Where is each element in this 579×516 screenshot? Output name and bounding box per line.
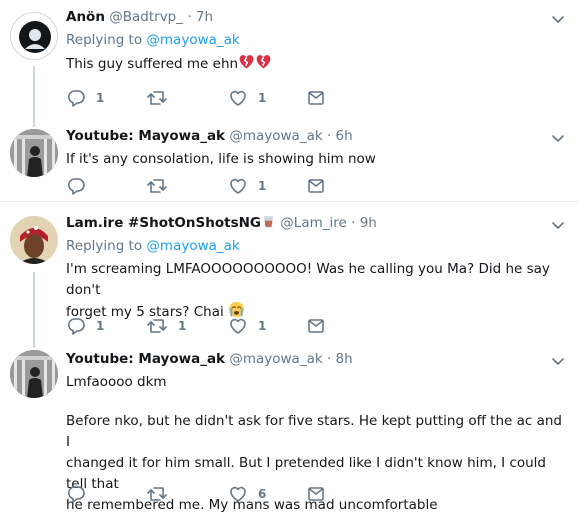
display-name[interactable]: Lam.ire #ShotOnShotsNG xyxy=(66,215,261,231)
display-name[interactable]: Anön xyxy=(66,9,105,25)
broken-heart-icon xyxy=(238,53,255,70)
chevron-down-icon[interactable] xyxy=(551,354,565,368)
chevron-down-icon[interactable] xyxy=(551,12,565,26)
tweet-lamire[interactable]: Lam.ire #ShotOnShotsNG @Lam_ire · 9h Rep… xyxy=(0,202,579,340)
timestamp[interactable]: 7h xyxy=(196,9,213,25)
like-icon xyxy=(228,484,248,504)
replying-to: Replying to @mayowa_ak xyxy=(66,238,240,254)
retweet-icon xyxy=(146,88,168,108)
direct-message-button[interactable] xyxy=(306,88,326,108)
reply-button[interactable] xyxy=(66,176,96,196)
like-icon xyxy=(228,316,248,336)
timestamp[interactable]: 9h xyxy=(360,215,377,231)
user-handle[interactable]: @Badtrvp_ xyxy=(109,9,183,25)
reply-button[interactable] xyxy=(66,484,96,504)
mail-icon xyxy=(306,88,326,108)
user-handle[interactable]: @Lam_ire xyxy=(280,215,347,231)
like-button[interactable]: 1 xyxy=(228,176,266,196)
avatar[interactable] xyxy=(10,350,58,398)
replying-to-link[interactable]: @mayowa_ak xyxy=(146,238,239,254)
thread-line xyxy=(33,119,35,127)
display-name[interactable]: Youtube: Mayowa_ak xyxy=(66,351,225,367)
reply-icon xyxy=(66,316,86,336)
like-icon xyxy=(228,88,248,108)
tweet-actions: 1 1 xyxy=(66,88,566,108)
mail-icon xyxy=(306,176,326,196)
chevron-down-icon[interactable] xyxy=(551,131,565,145)
tweet-text: If it's any consolation, life is showing… xyxy=(66,151,376,167)
direct-message-button[interactable] xyxy=(306,484,326,504)
reply-button[interactable]: 1 xyxy=(66,88,104,108)
tweet-mayowa-2[interactable]: Youtube: Mayowa_ak @mayowa_ak · 8h Lmfao… xyxy=(0,340,579,513)
user-handle[interactable]: @mayowa_ak xyxy=(229,351,322,367)
tweet-actions: 1 1 1 xyxy=(66,316,566,336)
tweet-anon[interactable]: Anön @Badtrvp_ · 7h Replying to @mayowa_… xyxy=(0,0,579,119)
tweet-mayowa-1[interactable]: Youtube: Mayowa_ak @mayowa_ak · 6h If it… xyxy=(0,119,579,201)
replying-to-link[interactable]: @mayowa_ak xyxy=(146,32,239,48)
mail-icon xyxy=(306,316,326,336)
retweet-button[interactable]: 1 xyxy=(146,316,186,336)
reply-icon xyxy=(66,176,86,196)
reply-icon xyxy=(66,88,86,108)
retweet-icon xyxy=(146,484,168,504)
like-button[interactable]: 6 xyxy=(228,484,266,504)
chevron-down-icon[interactable] xyxy=(551,218,565,232)
avatar[interactable] xyxy=(10,129,58,177)
reply-icon xyxy=(66,484,86,504)
thread-line xyxy=(33,66,35,119)
retweet-icon xyxy=(146,176,168,196)
replying-to: Replying to @mayowa_ak xyxy=(66,32,240,48)
separator: · xyxy=(187,9,192,25)
like-button[interactable]: 1 xyxy=(228,316,266,336)
retweet-button[interactable] xyxy=(146,484,178,504)
avatar[interactable] xyxy=(10,216,58,264)
display-name[interactable]: Youtube: Mayowa_ak xyxy=(66,128,225,144)
thread-line xyxy=(33,340,35,348)
tweet-text: This guy suffered me ehn xyxy=(66,53,563,75)
direct-message-button[interactable] xyxy=(306,176,326,196)
like-button[interactable]: 1 xyxy=(228,88,266,108)
avatar[interactable] xyxy=(10,12,58,60)
direct-message-button[interactable] xyxy=(306,316,326,336)
retweet-button[interactable] xyxy=(146,176,178,196)
tweet-actions: 6 xyxy=(66,484,566,504)
broken-heart-icon xyxy=(255,53,272,70)
retweet-icon xyxy=(146,316,168,336)
separator: · xyxy=(351,215,356,231)
user-handle[interactable]: @mayowa_ak xyxy=(229,128,322,144)
separator: · xyxy=(326,128,332,144)
separator: · xyxy=(326,351,332,367)
tweet-actions: 1 xyxy=(66,176,566,196)
timestamp[interactable]: 6h xyxy=(336,128,353,144)
mail-icon xyxy=(306,484,326,504)
tumbler-glass-icon xyxy=(261,214,276,229)
thread-line xyxy=(33,272,35,340)
like-icon xyxy=(228,176,248,196)
retweet-button[interactable] xyxy=(146,88,178,108)
tweet-text: I'm screaming LMFAOOOOOOOOOO! Was he cal… xyxy=(66,261,550,320)
timestamp[interactable]: 8h xyxy=(336,351,353,367)
reply-button[interactable]: 1 xyxy=(66,316,104,336)
